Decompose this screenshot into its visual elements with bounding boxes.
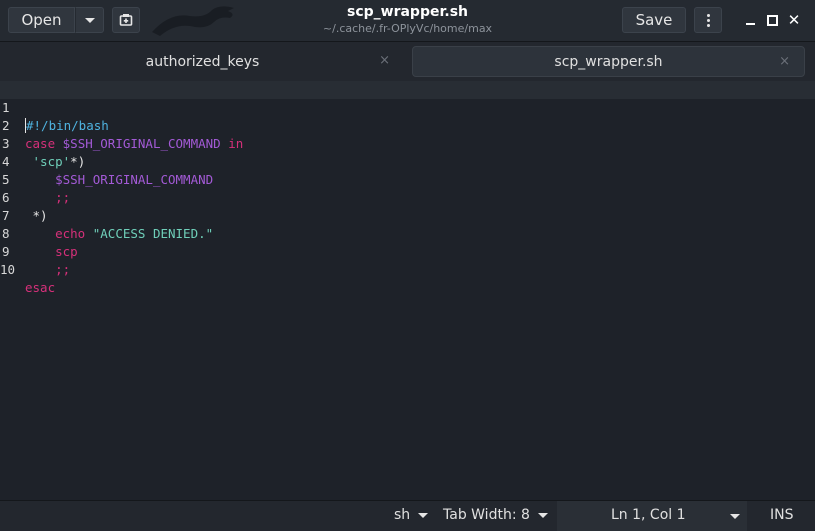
chevron-down-icon: [418, 512, 429, 518]
window-title: scp_wrapper.sh: [346, 4, 468, 20]
insert-mode-label: INS: [770, 507, 794, 523]
minimize-button[interactable]: [742, 12, 758, 28]
code-line: 8 scp: [0, 207, 815, 259]
tab-width-selector[interactable]: Tab Width: 8: [443, 507, 548, 523]
window-subtitle: ~/.cache/.fr-OPlyVc/home/max: [322, 22, 493, 35]
keyword-token: esac: [25, 280, 56, 295]
chevron-down-icon: [84, 17, 95, 23]
tab-bar: authorized_keys × scp_wrapper.sh ×: [0, 42, 815, 82]
tab-label: scp_wrapper.sh: [554, 53, 663, 70]
code-line: 7 echo "ACCESS DENIED.": [0, 189, 815, 241]
status-bar: sh Tab Width: 8 Ln 1, Col 1 INS: [0, 500, 815, 531]
cursor-position-selector[interactable]: Ln 1, Col 1: [557, 501, 747, 531]
more-vertical-icon: [706, 13, 710, 27]
header-bar: Open scp_wrapper.sh ~/.cache/.fr-OPlyVc/…: [0, 0, 815, 42]
language-label: sh: [394, 507, 411, 523]
code-line: 6 *): [0, 171, 815, 223]
cursor-position-label: Ln 1, Col 1: [611, 507, 686, 523]
maximize-button[interactable]: [764, 12, 780, 28]
dragon-watermark-icon: [152, 6, 234, 36]
line-number: 10: [0, 262, 16, 277]
chevron-down-icon: [730, 514, 740, 519]
close-icon: ✕: [787, 11, 801, 29]
save-button-label: Save: [635, 11, 673, 29]
new-document-button[interactable]: [112, 7, 140, 33]
open-button-label: Open: [21, 11, 62, 29]
new-document-icon: [119, 14, 133, 26]
tab-scp-wrapper[interactable]: scp_wrapper.sh ×: [412, 46, 805, 77]
code-line: 2 case $SSH_ORIGINAL_COMMAND in: [0, 99, 815, 151]
code-line: 9 ;;: [0, 225, 815, 277]
close-window-button[interactable]: ✕: [786, 11, 802, 29]
code-editor[interactable]: 1 #!/bin/bash 2 case $SSH_ORIGINAL_COMMA…: [0, 81, 815, 500]
code-line: 3 'scp'*): [0, 117, 815, 169]
code-line: 5 ;;: [0, 153, 815, 205]
minimize-icon: [745, 23, 755, 25]
code-line: 10 esac: [0, 243, 815, 295]
menu-button[interactable]: [694, 7, 722, 33]
tab-close-icon[interactable]: ×: [779, 54, 790, 69]
insert-mode-indicator[interactable]: INS: [770, 507, 794, 523]
terminator-token: ;;: [55, 262, 71, 277]
tab-authorized-keys[interactable]: authorized_keys ×: [0, 46, 405, 77]
save-button[interactable]: Save: [622, 7, 686, 33]
tab-label: authorized_keys: [145, 53, 260, 70]
chevron-down-icon: [537, 512, 548, 518]
language-selector[interactable]: sh: [394, 507, 429, 523]
open-dropdown-button[interactable]: [75, 7, 104, 33]
code-line: 1 #!/bin/bash: [0, 81, 815, 133]
code-line: 4 $SSH_ORIGINAL_COMMAND: [0, 135, 815, 187]
tab-width-label: Tab Width: 8: [443, 507, 530, 523]
window-title-area: scp_wrapper.sh ~/.cache/.fr-OPlyVc/home/…: [240, 4, 575, 36]
tab-close-icon[interactable]: ×: [379, 53, 390, 68]
maximize-icon: [766, 14, 778, 26]
open-button[interactable]: Open: [8, 7, 75, 33]
